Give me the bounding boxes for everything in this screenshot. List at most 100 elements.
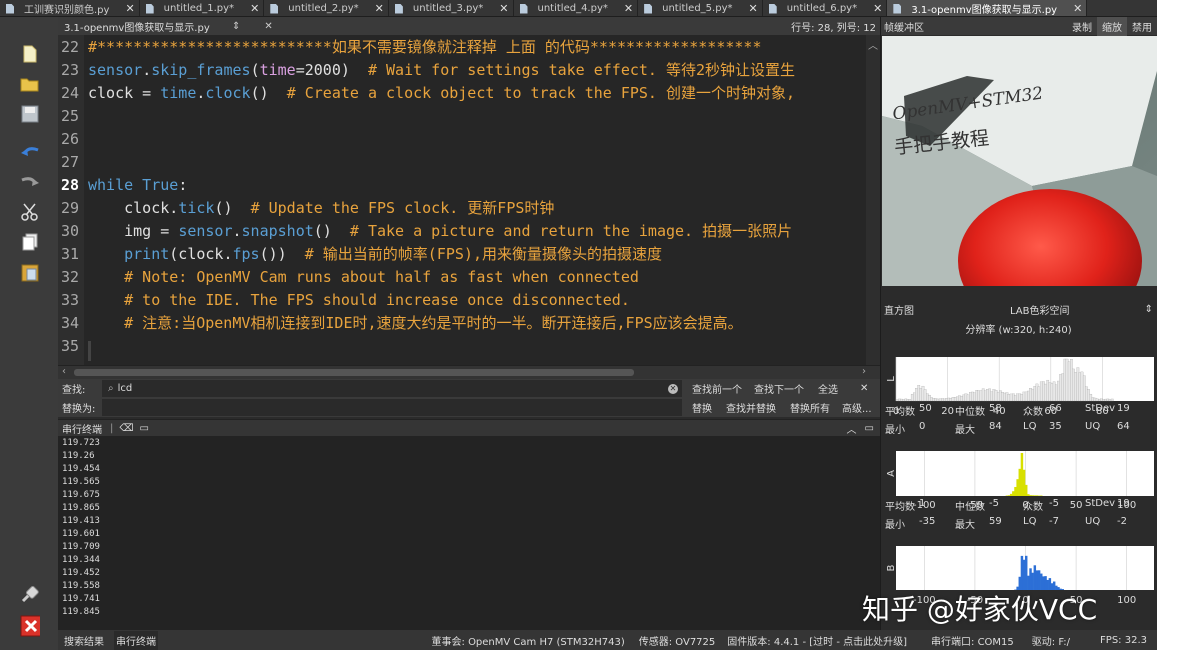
editor-horizontal-scrollbar[interactable]: ‹ › bbox=[58, 365, 880, 379]
find-next-button[interactable]: 查找下一个 bbox=[754, 381, 804, 396]
redo-icon[interactable] bbox=[20, 171, 40, 193]
close-tab-icon[interactable]: ✕ bbox=[499, 2, 508, 15]
save-terminal-icon[interactable]: ▭ bbox=[140, 423, 149, 434]
scroll-up-icon[interactable]: ︿ bbox=[866, 37, 880, 52]
close-tab-icon[interactable]: ✕ bbox=[873, 2, 882, 15]
close-icon[interactable]: ✕ bbox=[264, 21, 272, 32]
advanced-button[interactable]: 高级... bbox=[842, 400, 872, 415]
file-tab[interactable]: untitled_2.py* ✕ bbox=[264, 0, 389, 16]
clear-terminal-icon[interactable]: ⌫ bbox=[119, 423, 133, 434]
a-mean: 1 bbox=[919, 498, 926, 509]
histogram-bar bbox=[1007, 495, 1011, 496]
file-tab[interactable]: 3.1-openmv图像获取与显示.py ✕ bbox=[887, 0, 1088, 16]
file-tab[interactable]: untitled_3.py* ✕ bbox=[389, 0, 514, 16]
close-find-icon[interactable]: ✕ bbox=[860, 383, 868, 394]
framebuffer-header: 帧缓冲区 录制 缩放 禁用 bbox=[880, 16, 1157, 36]
horizontal-scroll-thumb[interactable] bbox=[74, 369, 634, 376]
code-line[interactable]: 28 while True: bbox=[58, 173, 187, 196]
code-line[interactable]: 24 clock = time.clock() # Create a clock … bbox=[58, 81, 795, 104]
histogram-bar bbox=[1033, 565, 1037, 590]
line-number: 31 bbox=[60, 244, 79, 263]
close-tab-icon[interactable]: ✕ bbox=[749, 2, 758, 15]
l-uq: 64 bbox=[1117, 421, 1130, 432]
stat-label: LQ bbox=[1023, 516, 1037, 527]
file-tab[interactable]: 工训赛识别颜色.py ✕ bbox=[0, 0, 140, 16]
find-previous-button[interactable]: 查找前一个 bbox=[692, 381, 742, 396]
code-line[interactable]: 35 bbox=[58, 334, 88, 357]
code-line[interactable]: 22 #**************************如果不需要镜像就注释掉… bbox=[58, 35, 762, 58]
paste-icon[interactable] bbox=[20, 261, 40, 283]
serial-output-line: 119.741 bbox=[62, 594, 100, 604]
code-line[interactable]: 29 clock.tick() # Update the FPS clock. … bbox=[58, 196, 554, 219]
code-line[interactable]: 26 bbox=[58, 127, 88, 150]
code-line[interactable]: 34 # 注意:当OpenMV相机连接到IDE时,速度大约是平时的一半。断开连接… bbox=[58, 311, 743, 334]
find-input[interactable]: ⌕ lcd ✕ bbox=[102, 380, 682, 397]
code-line[interactable]: 32 # Note: OpenMV Cam runs about half as… bbox=[58, 265, 639, 288]
replace-button[interactable]: 替换 bbox=[692, 400, 712, 415]
line-number: 32 bbox=[60, 267, 79, 286]
code-token: skip_frames bbox=[151, 61, 251, 79]
connect-icon[interactable] bbox=[20, 583, 40, 605]
tab-serial-terminal[interactable]: 串行终端 bbox=[114, 630, 158, 650]
line-number: 30 bbox=[60, 221, 79, 240]
close-tab-icon[interactable]: ✕ bbox=[250, 2, 259, 15]
close-tab-icon[interactable]: ✕ bbox=[1073, 2, 1082, 15]
serial-output-line: 119.413 bbox=[62, 516, 100, 526]
code-line[interactable]: 25 bbox=[58, 104, 88, 127]
disable-button[interactable]: 禁用 bbox=[1127, 19, 1157, 34]
collapse-icon[interactable]: ︿ bbox=[847, 421, 857, 436]
new-file-icon[interactable] bbox=[20, 43, 40, 65]
firmware-info[interactable]: 固件版本: 4.4.1 - [过时 - 点击此处升级] bbox=[727, 633, 907, 648]
replace-all-button[interactable]: 替换所有 bbox=[790, 400, 830, 415]
colorspace-select[interactable]: LAB色彩空间 bbox=[1010, 302, 1070, 317]
code-line[interactable]: 23 sensor.skip_frames(time=2000) # Wait f… bbox=[58, 58, 795, 81]
copy-icon[interactable] bbox=[20, 231, 40, 253]
close-tab-icon[interactable]: ✕ bbox=[624, 2, 633, 15]
close-tab-icon[interactable]: ✕ bbox=[125, 2, 134, 15]
clear-icon[interactable]: ✕ bbox=[668, 383, 678, 394]
close-tab-icon[interactable]: ✕ bbox=[375, 2, 384, 15]
file-tab[interactable]: untitled_4.py* ✕ bbox=[514, 0, 639, 16]
scroll-left-icon[interactable]: ‹ bbox=[62, 366, 66, 377]
code-token: # Take a picture and return the image. 拍… bbox=[349, 222, 793, 240]
file-dropdown-icon[interactable]: ⇕ bbox=[232, 21, 240, 32]
file-tab[interactable]: untitled_1.py* ✕ bbox=[140, 0, 265, 16]
a-stats-row1: 平均数 1 中位数 -5 众数 -5 StDev 19 bbox=[885, 498, 1155, 513]
file-icon bbox=[6, 3, 14, 14]
undo-icon[interactable] bbox=[20, 141, 40, 163]
code-token: # to the IDE. The FPS should increase on… bbox=[88, 290, 630, 309]
code-text: clock = time.clock() # Create a clock ob… bbox=[82, 82, 795, 103]
histogram-bar bbox=[1025, 555, 1028, 590]
code-token: img = bbox=[88, 222, 179, 240]
chevron-down-icon[interactable]: ⇕ bbox=[1145, 304, 1153, 315]
select-all-button[interactable]: 全选 bbox=[818, 381, 838, 396]
save-icon[interactable] bbox=[20, 103, 40, 125]
code-line[interactable]: 30 img = sensor.snapshot() # Take a pict… bbox=[58, 219, 792, 242]
histogram-bar bbox=[1009, 493, 1013, 496]
line-number: 33 bbox=[60, 290, 79, 309]
code-line[interactable]: 31 print(clock.fps()) # 输出当前的帧率(FPS),用来衡… bbox=[58, 242, 662, 265]
code-editor[interactable]: 22 #**************************如果不需要镜像就注释掉… bbox=[58, 35, 880, 365]
right-panel: 帧缓冲区 录制 缩放 禁用 OpenMV+STM32 手把手教程 直方图 LAB… bbox=[880, 16, 1157, 630]
code-line[interactable]: 33 # to the IDE. The FPS should increase… bbox=[58, 288, 630, 311]
cut-icon[interactable] bbox=[20, 201, 40, 223]
serial-terminal-output[interactable]: 119.723 119.26 119.454 119.565 119.675 119.86… bbox=[58, 436, 880, 630]
replace-input[interactable] bbox=[102, 399, 682, 416]
find-and-replace-button[interactable]: 查找并替换 bbox=[726, 400, 776, 415]
maximize-icon[interactable]: ▭ bbox=[865, 423, 874, 434]
code-text: print(clock.fps()) # 输出当前的帧率(FPS),用来衡量摄像… bbox=[82, 243, 662, 264]
channel-label: L bbox=[886, 376, 897, 382]
zoom-button[interactable]: 缩放 bbox=[1097, 16, 1127, 36]
open-folder-icon[interactable] bbox=[20, 73, 40, 95]
file-tab[interactable]: untitled_6.py* ✕ bbox=[763, 0, 888, 16]
code-line[interactable]: 27 bbox=[58, 150, 88, 173]
stop-icon[interactable] bbox=[20, 615, 40, 637]
fps-info: FPS: 32.3 bbox=[1100, 634, 1147, 646]
scroll-right-icon[interactable]: › bbox=[862, 366, 866, 377]
editor-vertical-scrollbar[interactable]: ︿ bbox=[866, 35, 880, 365]
tab-search-results[interactable]: 搜索结果 bbox=[64, 633, 104, 648]
editor-file-name[interactable]: 3.1-openmv图像获取与显示.py bbox=[64, 19, 224, 34]
file-tab-label: untitled_4.py* bbox=[537, 3, 608, 14]
record-button[interactable]: 录制 bbox=[1067, 19, 1097, 34]
file-tab[interactable]: untitled_5.py* ✕ bbox=[638, 0, 763, 16]
